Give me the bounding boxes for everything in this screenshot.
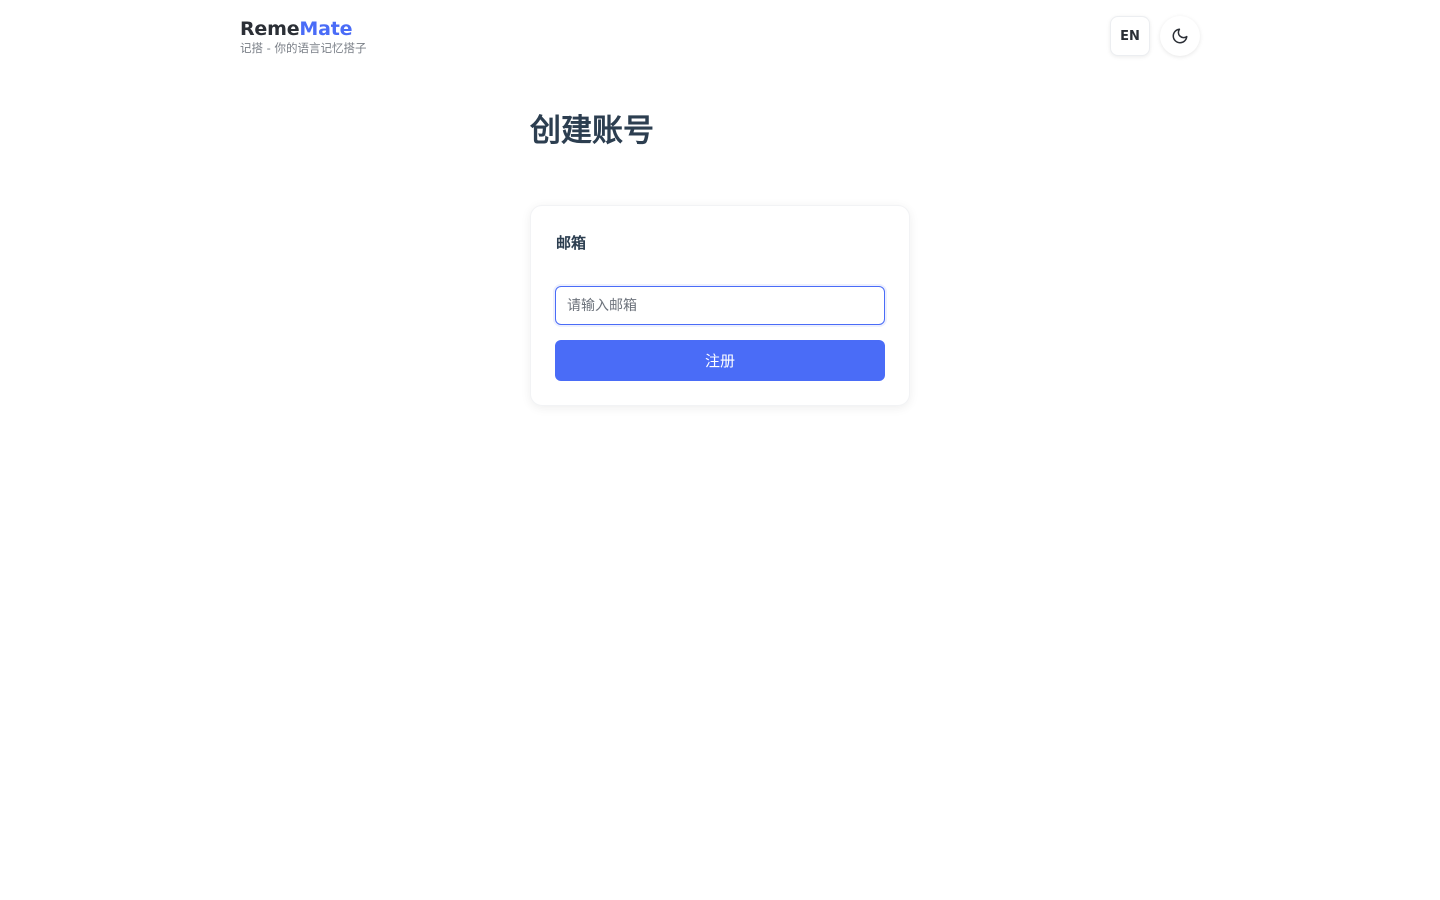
brand-name-part-2: Mate [299, 18, 353, 40]
signup-form-card: 邮箱 注册 [530, 205, 910, 406]
brand-tagline: 记搭 - 你的语言记忆搭子 [240, 41, 367, 55]
top-bar: RemeMate 记搭 - 你的语言记忆搭子 EN [240, 16, 1200, 58]
brand[interactable]: RemeMate 记搭 - 你的语言记忆搭子 [240, 18, 366, 55]
brand-logo-text: RemeMate [240, 18, 366, 40]
moon-icon [1171, 27, 1189, 45]
email-label: 邮箱 [556, 234, 587, 252]
page: RemeMate 记搭 - 你的语言记忆搭子 EN 创建账号 邮箱 注册 [0, 0, 1440, 900]
theme-toggle-button[interactable] [1160, 16, 1200, 56]
header-actions: EN [1110, 16, 1200, 56]
email-input[interactable] [555, 286, 885, 325]
language-toggle-button[interactable]: EN [1110, 16, 1150, 56]
register-button[interactable]: 注册 [555, 340, 885, 381]
brand-name-part-1: Reme [240, 18, 300, 40]
page-title: 创建账号 [530, 113, 654, 149]
